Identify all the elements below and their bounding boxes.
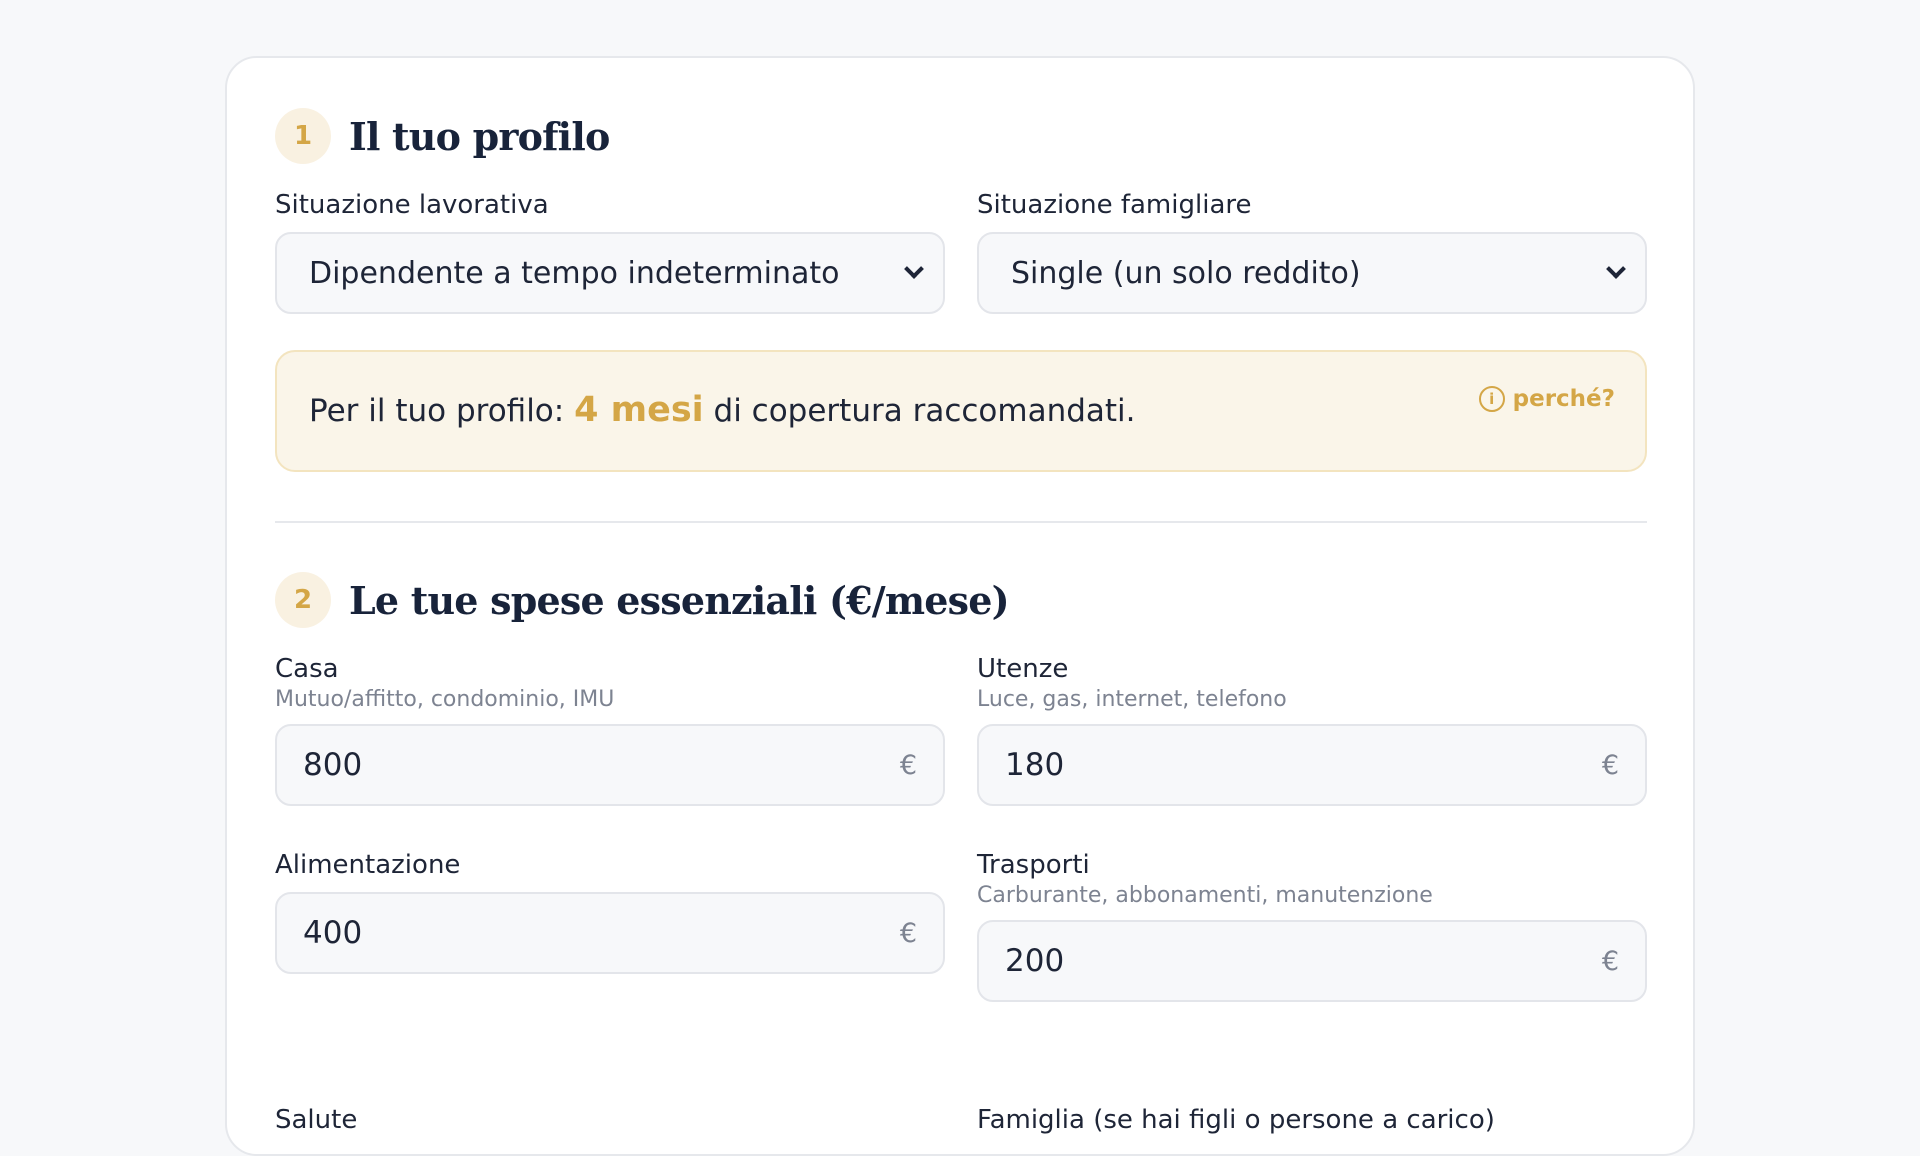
expense-hint: Luce, gas, internet, telefono [977, 687, 1287, 712]
why-link[interactable]: i perché? [1478, 386, 1615, 412]
recommendation-prefix: Per il tuo profilo: [309, 393, 565, 429]
expense-field-famiglia: Famiglia (se hai figli o persone a caric… [977, 1103, 1647, 1137]
family-situation-select[interactable]: Single (un solo reddito) [977, 232, 1647, 314]
utenze-input[interactable]: 180 € [977, 724, 1647, 806]
expense-field-trasporti: Trasporti Carburante, abbonamenti, manut… [977, 848, 1647, 1002]
expenses-section-header: 2 Le tue spese essenziali (€/mese) [275, 572, 1010, 628]
info-icon: i [1478, 386, 1505, 412]
expense-label: Trasporti [977, 850, 1090, 880]
expense-field-alimentazione: Alimentazione 400 € [275, 848, 945, 974]
euro-icon: € [899, 917, 917, 949]
expense-label: Salute [275, 1105, 358, 1135]
euro-icon: € [899, 749, 917, 781]
expenses-section-title: Le tue spese essenziali (€/mese) [349, 577, 1010, 623]
step-badge-1: 1 [275, 108, 331, 164]
recommendation-text: Per il tuo profilo: 4 mesi di copertura … [309, 390, 1136, 430]
euro-icon: € [1601, 945, 1619, 977]
expense-label: Casa [275, 654, 339, 684]
alimentazione-input[interactable]: 400 € [275, 892, 945, 974]
work-situation-select[interactable]: Dipendente a tempo indeterminato [275, 232, 945, 314]
expense-field-salute: Salute [275, 1103, 945, 1137]
family-situation-group: Situazione famigliare Single (un solo re… [977, 188, 1647, 314]
step-badge-2: 2 [275, 572, 331, 628]
recommendation-suffix: di copertura raccomandati. [713, 393, 1136, 429]
work-situation-label: Situazione lavorativa [275, 190, 549, 220]
section-divider [275, 521, 1647, 523]
chevron-down-icon [904, 259, 924, 279]
expense-field-utenze: Utenze Luce, gas, internet, telefono 180… [977, 652, 1647, 806]
expense-field-casa: Casa Mutuo/affitto, condominio, IMU 800 … [275, 652, 945, 806]
trasporti-value: 200 [1005, 943, 1065, 979]
recommendation-box: Per il tuo profilo: 4 mesi di copertura … [275, 350, 1647, 472]
family-situation-value: Single (un solo reddito) [1011, 255, 1361, 291]
work-situation-value: Dipendente a tempo indeterminato [309, 255, 840, 291]
why-label: perché? [1512, 386, 1615, 412]
profile-section-title: Il tuo profilo [349, 113, 610, 159]
profile-section-header: 1 Il tuo profilo [275, 108, 610, 164]
calculator-card: 1 Il tuo profilo Situazione lavorativa D… [225, 56, 1695, 1156]
expense-hint: Carburante, abbonamenti, manutenzione [977, 883, 1433, 908]
chevron-down-icon [1606, 259, 1626, 279]
work-situation-group: Situazione lavorativa Dipendente a tempo… [275, 188, 945, 314]
recommendation-months: 4 mesi [574, 390, 704, 430]
alimentazione-value: 400 [303, 915, 363, 951]
family-situation-label: Situazione famigliare [977, 190, 1252, 220]
expense-label: Alimentazione [275, 850, 461, 880]
casa-value: 800 [303, 747, 363, 783]
trasporti-input[interactable]: 200 € [977, 920, 1647, 1002]
casa-input[interactable]: 800 € [275, 724, 945, 806]
euro-icon: € [1601, 749, 1619, 781]
expense-hint: Mutuo/affitto, condominio, IMU [275, 687, 615, 712]
expense-label: Famiglia (se hai figli o persone a caric… [977, 1105, 1495, 1135]
utenze-value: 180 [1005, 747, 1065, 783]
expense-label: Utenze [977, 654, 1069, 684]
